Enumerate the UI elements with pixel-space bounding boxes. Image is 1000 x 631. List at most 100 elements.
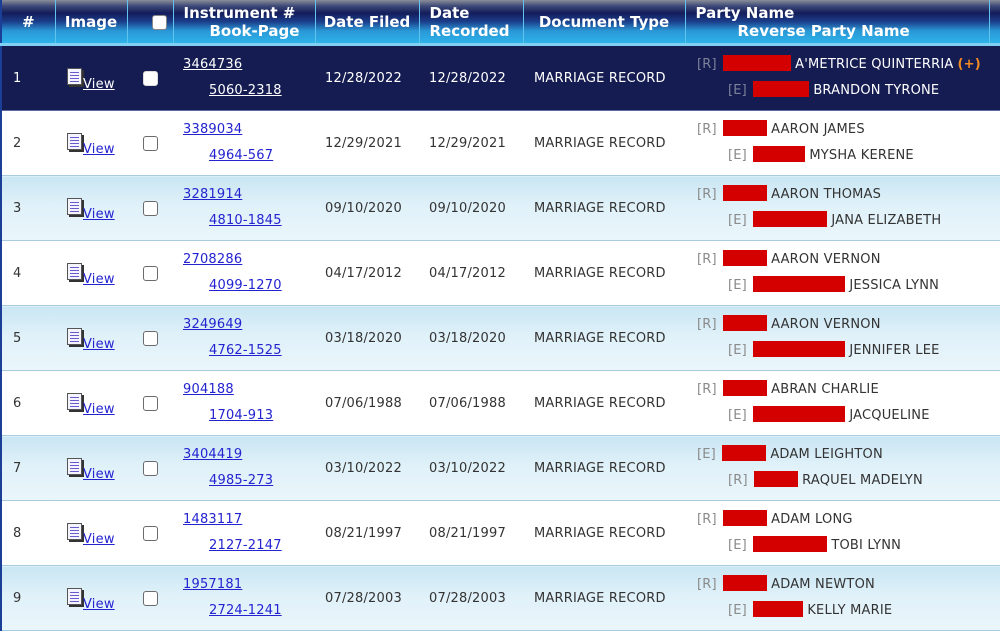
instrument-number-link[interactable]: 3464736 [183,52,315,78]
image-cell: View [55,370,127,436]
table-row[interactable]: 5 View 3249649 4762-1525 03/18/2020 03/1… [0,305,1000,371]
instrument-number-link[interactable]: 3404419 [183,442,315,468]
redacted-surname [753,276,846,292]
book-page-link[interactable]: 4985-273 [183,468,315,494]
party-name-line: [R] AARON VERNON [697,312,989,338]
row-checkbox[interactable] [143,590,158,606]
reverse-party-name-line: [E] TOBI LYNN [697,533,989,559]
table-row[interactable]: 4 View 2708286 4099-1270 04/17/2012 04/1… [0,240,1000,306]
instrument-cell: 3404419 4985-273 [173,435,315,501]
reverse-party-name-line: [E] KELLY MARIE [697,598,989,624]
table-row[interactable]: 3 View 3281914 4810-1845 09/10/2020 09/1… [0,175,1000,241]
document-icon[interactable] [67,68,82,85]
header-date-filed[interactable]: Date Filed [315,0,420,46]
table-row[interactable]: 6 View 904188 1704-913 07/06/1988 07/06/… [0,370,1000,436]
party-cell: [R] AARON VERNON [E] JESSICA LYNN [685,240,989,306]
view-image-link[interactable]: View [83,207,115,222]
row-checkbox[interactable] [143,330,158,346]
reverse-party-role: [E] [728,603,747,618]
view-image-link[interactable]: View [83,402,115,417]
date-filed: 07/28/2003 [315,565,419,631]
view-image-link[interactable]: View [83,337,115,352]
header-date-recorded[interactable]: Date Recorded [419,0,524,46]
redacted-surname [723,575,768,591]
instrument-number-link[interactable]: 1957181 [183,572,315,598]
reverse-party-name-line: [E] JENNIFER LEE [697,338,989,364]
book-page-link[interactable]: 4810-1845 [183,208,315,234]
row-checkbox[interactable] [143,460,158,476]
row-checkbox[interactable] [143,135,158,151]
party-role: [R] [697,252,717,267]
instrument-number-link[interactable]: 1483117 [183,507,315,533]
document-icon[interactable] [67,393,82,410]
book-page-link[interactable]: 4099-1270 [183,273,315,299]
extra-cell [989,565,1000,631]
redacted-surname [753,81,810,97]
view-image-link[interactable]: View [83,142,115,157]
view-image-link[interactable]: View [83,272,115,287]
document-type: MARRIAGE RECORD [523,565,685,631]
date-recorded: 12/29/2021 [419,110,523,176]
redacted-surname [754,471,799,487]
image-cell: View [55,305,127,371]
book-page-link[interactable]: 5060-2318 [183,78,315,104]
select-cell [127,240,173,306]
reverse-party-name: JACQUELINE [849,408,930,423]
table-row[interactable]: 2 View 3389034 4964-567 12/29/2021 12/29… [0,110,1000,176]
document-icon[interactable] [67,133,82,150]
view-image-link[interactable]: View [83,597,115,612]
view-image-link[interactable]: View [83,467,115,482]
row-checkbox[interactable] [143,525,158,541]
extra-cell [989,110,1000,176]
row-checkbox[interactable] [143,395,158,411]
book-page-link[interactable]: 4964-567 [183,143,315,169]
reverse-party-name: JENNIFER LEE [849,343,940,358]
document-icon[interactable] [67,328,82,345]
document-icon[interactable] [67,523,82,540]
row-number: 1 [0,44,55,111]
instrument-number-link[interactable]: 3389034 [183,117,315,143]
book-page-link[interactable]: 4762-1525 [183,338,315,364]
party-role: [R] [697,187,717,202]
table-row[interactable]: 9 View 1957181 2724-1241 07/28/2003 07/2… [0,565,1000,631]
reverse-party-role: [R] [728,473,748,488]
image-cell: View [55,435,127,501]
table-row[interactable]: 1 View 3464736 5060-2318 12/28/2022 12/2… [0,44,1000,111]
reverse-party-name-line: [E] MYSHA KERENE [697,143,989,169]
party-cell: [R] ADAM LONG [E] TOBI LYNN [685,500,989,566]
book-page-link[interactable]: 2724-1241 [183,598,315,624]
instrument-number-link[interactable]: 3281914 [183,182,315,208]
view-image-link[interactable]: View [83,77,115,92]
date-filed: 08/21/1997 [315,500,419,566]
instrument-number-link[interactable]: 904188 [183,377,315,403]
row-checkbox[interactable] [143,265,158,281]
more-parties-indicator[interactable]: (+) [958,57,981,72]
table-row[interactable]: 8 View 1483117 2127-2147 08/21/1997 08/2… [0,500,1000,566]
instrument-number-link[interactable]: 2708286 [183,247,315,273]
redacted-surname [723,250,768,266]
row-number: 5 [0,305,55,371]
document-icon[interactable] [67,198,82,215]
view-image-link[interactable]: View [83,532,115,547]
header-instrument[interactable]: Instrument # Book-Page [173,0,316,46]
image-cell: View [55,240,127,306]
extra-cell [989,175,1000,241]
document-icon[interactable] [67,588,82,605]
header-party-name[interactable]: Party Name Reverse Party Name [685,0,990,46]
book-page-link[interactable]: 2127-2147 [183,533,315,559]
document-icon[interactable] [67,263,82,280]
row-checkbox[interactable] [143,200,158,216]
row-checkbox[interactable] [143,70,158,86]
header-document-type[interactable]: Document Type [523,0,686,46]
date-recorded: 03/10/2022 [419,435,523,501]
book-page-link[interactable]: 1704-913 [183,403,315,429]
instrument-cell: 3389034 4964-567 [173,110,315,176]
date-recorded: 07/28/2003 [419,565,523,631]
document-type: MARRIAGE RECORD [523,44,685,111]
header-number[interactable]: # [0,0,56,46]
select-all-checkbox[interactable] [151,14,167,30]
table-row[interactable]: 7 View 3404419 4985-273 03/10/2022 03/10… [0,435,1000,501]
document-icon[interactable] [67,458,82,475]
header-image[interactable]: Image [55,0,128,46]
instrument-number-link[interactable]: 3249649 [183,312,315,338]
